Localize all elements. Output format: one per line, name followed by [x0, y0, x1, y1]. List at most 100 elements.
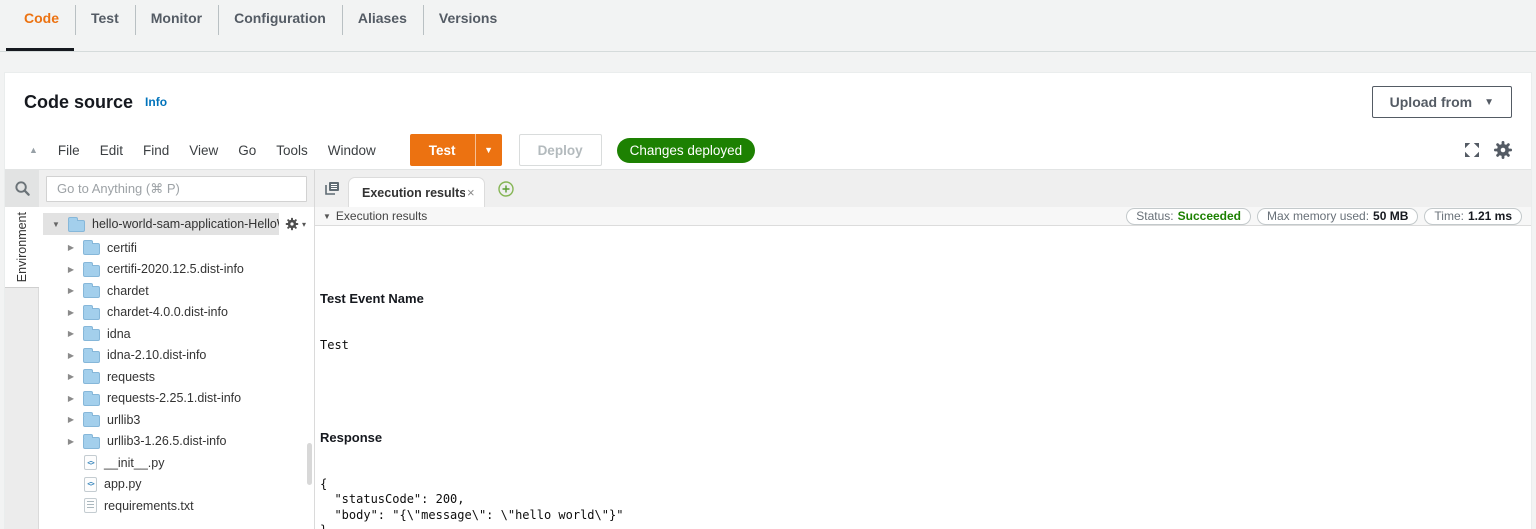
python-file-icon: [84, 477, 97, 492]
tree-item-label: urllib3-1.26.5.dist-info: [107, 434, 227, 448]
caret-collapsed-icon[interactable]: ▶: [66, 308, 76, 317]
tab-monitor[interactable]: Monitor: [135, 8, 218, 28]
environment-tab[interactable]: Environment: [5, 207, 39, 288]
tree-root-row[interactable]: ▼ hello-world-sam-application-HelloWorl …: [43, 213, 306, 235]
tree-item-urllib3-dist-info[interactable]: ▶ urllib3-1.26.5.dist-info: [39, 431, 314, 453]
caret-collapsed-icon[interactable]: ▶: [66, 372, 76, 381]
tree-item-label: idna-2.10.dist-info: [107, 348, 206, 362]
tab-test[interactable]: Test: [75, 8, 135, 28]
folder-icon: [83, 243, 100, 255]
menu-window[interactable]: Window: [318, 143, 386, 158]
tree-item-certifi-dist-info[interactable]: ▶certifi-2020.12.5.dist-info: [39, 259, 314, 281]
execution-results-tab-label: Execution results: [362, 186, 465, 200]
menu-go[interactable]: Go: [228, 143, 266, 158]
tree-root-selection[interactable]: ▼ hello-world-sam-application-HelloWorl: [43, 213, 279, 235]
caret-collapsed-icon[interactable]: ▶: [66, 437, 76, 446]
results-pane: ▼ Execution results Status:Succeeded Max…: [315, 207, 1531, 529]
tab-aliases[interactable]: Aliases: [342, 8, 423, 28]
menu-find[interactable]: Find: [133, 143, 179, 158]
caret-down-icon: ▼: [484, 145, 493, 155]
goto-anything-input[interactable]: [46, 176, 307, 202]
menu-view[interactable]: View: [179, 143, 228, 158]
info-link[interactable]: Info: [145, 95, 167, 109]
response-json: { "statusCode": 200, "body": "{\"message…: [320, 477, 1531, 529]
caret-collapsed-icon[interactable]: ▶: [66, 286, 76, 295]
tree-item-label: requests-2.25.1.dist-info: [107, 391, 241, 405]
collapse-pane-icon[interactable]: ▲: [29, 145, 38, 155]
max-memory-badge: Max memory used: 50 MB: [1257, 208, 1418, 225]
time-badge: Time:1.21 ms: [1424, 208, 1522, 225]
tree-scrollbar[interactable]: [307, 443, 312, 485]
response-heading: Response: [320, 430, 1531, 446]
environment-tab-label: Environment: [15, 212, 29, 282]
new-tab-icon[interactable]: [498, 181, 514, 197]
changes-deployed-badge: Changes deployed: [617, 138, 756, 163]
test-dropdown-button[interactable]: ▼: [475, 134, 502, 166]
deploy-button[interactable]: Deploy: [519, 134, 602, 166]
tree-item-label: requests: [107, 370, 155, 384]
caret-collapsed-icon[interactable]: ▶: [66, 243, 76, 252]
folder-icon: [83, 308, 100, 320]
test-event-name-value: Test: [320, 338, 1531, 354]
status-badge: Status:Succeeded: [1126, 208, 1251, 225]
tree-item-label: chardet-4.0.0.dist-info: [107, 305, 228, 319]
upload-from-button[interactable]: Upload from ▼: [1372, 86, 1512, 118]
tree-settings-button[interactable]: ▾: [285, 217, 306, 231]
tree-item-requests[interactable]: ▶ requests: [39, 366, 314, 388]
folder-icon: [83, 372, 100, 384]
test-button[interactable]: Test ▼: [410, 134, 502, 166]
caret-collapsed-icon[interactable]: ▶: [66, 415, 76, 424]
fullscreen-icon[interactable]: [1464, 142, 1480, 158]
caret-down-icon: ▾: [302, 220, 306, 229]
caret-collapsed-icon[interactable]: ▶: [66, 394, 76, 403]
folder-icon: [83, 286, 100, 298]
menu-edit[interactable]: Edit: [90, 143, 133, 158]
gear-icon: [285, 217, 299, 231]
tree-item-idna[interactable]: ▶idna: [39, 323, 314, 345]
execution-results-body[interactable]: Test Event Name Test Response { "statusC…: [315, 226, 1531, 529]
caret-collapsed-icon[interactable]: ▶: [66, 351, 76, 360]
chevron-down-icon: ▼: [1484, 97, 1494, 108]
time-badge-value: 1.21 ms: [1468, 209, 1512, 223]
test-button-label[interactable]: Test: [410, 134, 475, 166]
menu-tools[interactable]: Tools: [266, 143, 318, 158]
caret-expanded-icon[interactable]: ▼: [51, 220, 61, 229]
tree-item-requirements-txt[interactable]: requirements.txt: [39, 495, 314, 517]
result-badges: Status:Succeeded Max memory used: 50 MB T…: [1126, 208, 1522, 225]
tab-code[interactable]: Code: [8, 8, 75, 28]
test-event-name-heading: Test Event Name: [320, 291, 1531, 307]
close-tab-icon[interactable]: ×: [467, 185, 475, 200]
execution-results-header: ▼ Execution results Status:Succeeded Max…: [315, 207, 1531, 226]
text-file-icon: [84, 498, 97, 513]
menu-file[interactable]: File: [48, 143, 90, 158]
tree-item-idna-dist-info[interactable]: ▶ idna-2.10.dist-info: [39, 345, 314, 367]
python-file-icon: [84, 455, 97, 470]
tab-configuration[interactable]: Configuration: [218, 8, 342, 28]
page-title: Code source: [24, 92, 133, 113]
blank-line: [320, 384, 1531, 399]
search-icon-cell[interactable]: [5, 170, 39, 207]
tab-versions[interactable]: Versions: [423, 8, 513, 28]
search-icon: [14, 180, 31, 197]
tree-item-chardet[interactable]: ▶chardet: [39, 280, 314, 302]
upload-from-label: Upload from: [1390, 94, 1472, 110]
tree-item-certifi[interactable]: ▶certifi: [39, 237, 314, 259]
tree-root-label: hello-world-sam-application-HelloWorl: [92, 217, 279, 231]
code-source-panel: Code source Info Upload from ▼ ▲ File Ed…: [4, 72, 1532, 529]
max-memory-badge-label: Max memory used:: [1267, 209, 1369, 223]
tab-list-icon[interactable]: [324, 181, 340, 196]
folder-icon: [68, 220, 85, 232]
gear-icon[interactable]: [1493, 140, 1513, 160]
tree-item-init-py[interactable]: __init__.py: [39, 452, 314, 474]
active-tab-underline: [6, 48, 74, 51]
tree-item-chardet-dist-info[interactable]: ▶ chardet-4.0.0.dist-info: [39, 302, 314, 324]
max-memory-badge-value: 50 MB: [1373, 209, 1408, 223]
execution-results-tab[interactable]: Execution results ×: [348, 177, 485, 207]
tree-item-requests-dist-info[interactable]: ▶ requests-2.25.1.dist-info: [39, 388, 314, 410]
tree-item-urllib3[interactable]: ▶urllib3: [39, 409, 314, 431]
ide-toolbar-row: Execution results ×: [5, 170, 1531, 207]
tree-item-app-py[interactable]: app.py: [39, 474, 314, 496]
caret-collapsed-icon[interactable]: ▶: [66, 265, 76, 274]
caret-collapsed-icon[interactable]: ▶: [66, 329, 76, 338]
collapse-section-icon[interactable]: ▼: [323, 212, 331, 221]
